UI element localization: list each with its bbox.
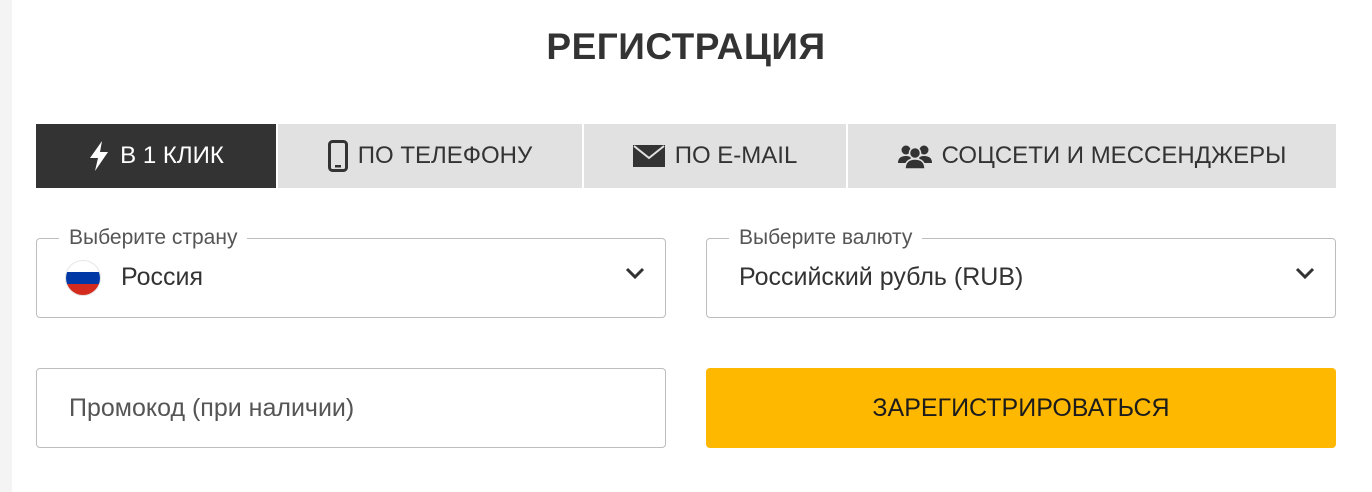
russia-flag-icon [65,260,101,296]
lightning-icon [88,141,110,171]
tab-label: ПО E-MAIL [674,142,798,169]
phone-icon [327,140,348,172]
register-button[interactable]: ЗАРЕГИСТРИРОВАТЬСЯ [706,368,1336,448]
envelope-icon [632,145,665,167]
tab-phone[interactable]: ПО ТЕЛЕФОНУ [278,124,582,188]
tab-label: ПО ТЕЛЕФОНУ [357,142,533,169]
currency-select[interactable]: Выберите валюту Российский рубль (RUB) [706,225,1336,318]
country-value: Россия [121,263,203,291]
tab-label: СОЦСЕТИ И МЕССЕНДЖЕРЫ [941,142,1287,169]
country-select[interactable]: Выберите страну Россия [36,225,666,318]
promo-code-input[interactable]: Промокод (при наличии) [36,368,666,448]
tab-one-click[interactable]: В 1 КЛИК [36,124,276,188]
tab-label: В 1 КЛИК [120,142,224,169]
chevron-down-icon [1295,267,1315,286]
tab-social[interactable]: СОЦСЕТИ И МЕССЕНДЖЕРЫ [848,124,1336,188]
currency-value: Российский рубль (RUB) [739,263,1024,291]
page-title: РЕГИСТРАЦИЯ [546,26,826,67]
users-icon [897,143,932,169]
chevron-down-icon [625,267,645,286]
tab-email[interactable]: ПО E-MAIL [584,124,846,188]
